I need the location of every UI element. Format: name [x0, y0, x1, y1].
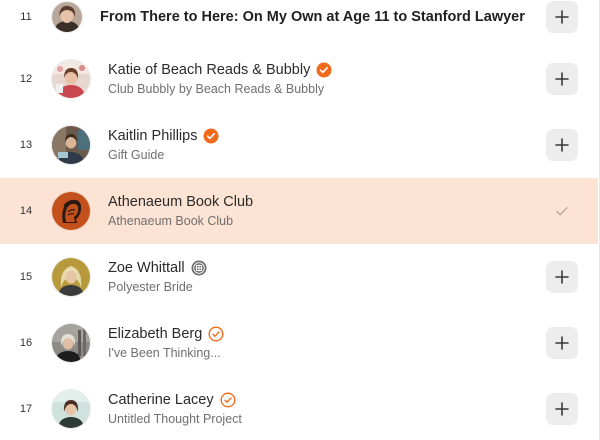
rank-number: 13 — [19, 139, 33, 151]
add-button[interactable] — [546, 327, 578, 359]
plus-icon — [555, 270, 569, 284]
publication-name[interactable]: Athenaeum Book Club — [108, 194, 253, 210]
rank-number: 17 — [19, 403, 33, 415]
add-button[interactable] — [546, 261, 578, 293]
list-item[interactable]: 12 Katie of Beach Reads & Bubbly Club Bu… — [0, 46, 598, 112]
verified-filled-icon — [316, 62, 332, 78]
publication-subtitle: Polyester Bride — [108, 280, 193, 294]
avatar[interactable] — [52, 390, 90, 428]
publication-subtitle: Club Bubbly by Beach Reads & Bubbly — [108, 82, 325, 96]
avatar[interactable] — [52, 60, 90, 98]
rank-number: 12 — [19, 73, 33, 85]
verified-outline-icon — [220, 392, 236, 408]
verified-outline-icon — [208, 326, 224, 342]
rank-number: 15 — [19, 271, 33, 283]
add-button[interactable] — [546, 63, 578, 95]
subscribed-check[interactable] — [546, 195, 578, 227]
avatar[interactable] — [52, 126, 90, 164]
list-item[interactable]: 13 Kaitlin Phillips Gift Guide — [0, 112, 598, 178]
plus-icon — [555, 138, 569, 152]
publication-subtitle: Gift Guide — [108, 148, 165, 162]
add-button[interactable] — [546, 1, 578, 33]
plus-icon — [555, 10, 569, 24]
check-icon — [556, 207, 568, 216]
avatar[interactable] — [52, 2, 82, 32]
plus-icon — [555, 72, 569, 86]
rank-number: 11 — [20, 11, 32, 23]
leaderboard-list: 11 From There to Here: On My Own at Age … — [0, 0, 600, 440]
rank-number: 16 — [19, 337, 33, 349]
publication-name[interactable]: Katie of Beach Reads & Bubbly — [108, 62, 310, 78]
publication-name[interactable]: Elizabeth Berg — [108, 326, 202, 342]
add-button[interactable] — [546, 129, 578, 161]
list-item[interactable]: 11 From There to Here: On My Own at Age … — [0, 0, 598, 50]
publication-name[interactable]: Zoe Whittall — [108, 260, 185, 276]
rank-number: 14 — [19, 205, 33, 217]
publication-name[interactable]: From There to Here: On My Own at Age 11 … — [100, 9, 525, 25]
publication-name[interactable]: Catherine Lacey — [108, 392, 214, 408]
avatar[interactable] — [52, 324, 90, 362]
add-button[interactable] — [546, 393, 578, 425]
gray-emblem-icon — [191, 260, 207, 276]
list-item[interactable]: 15 Zoe Whittall Polyester Bride — [0, 244, 598, 310]
publication-name[interactable]: Kaitlin Phillips — [108, 128, 197, 144]
plus-icon — [555, 402, 569, 416]
list-item[interactable]: 16 Elizabeth Berg I've Been Thinking... — [0, 310, 598, 376]
list-item[interactable]: 17 Catherine Lacey Untitled Thought Proj… — [0, 376, 598, 440]
plus-icon — [555, 336, 569, 350]
avatar[interactable] — [52, 192, 90, 230]
publication-subtitle: Untitled Thought Project — [108, 412, 242, 426]
list-item-selected[interactable]: 14 Athenaeum Book Club Athenaeum Book Cl… — [0, 178, 598, 244]
verified-filled-icon — [203, 128, 219, 144]
publication-subtitle: I've Been Thinking... — [108, 346, 221, 360]
avatar[interactable] — [52, 258, 90, 296]
publication-subtitle: Athenaeum Book Club — [108, 214, 234, 228]
